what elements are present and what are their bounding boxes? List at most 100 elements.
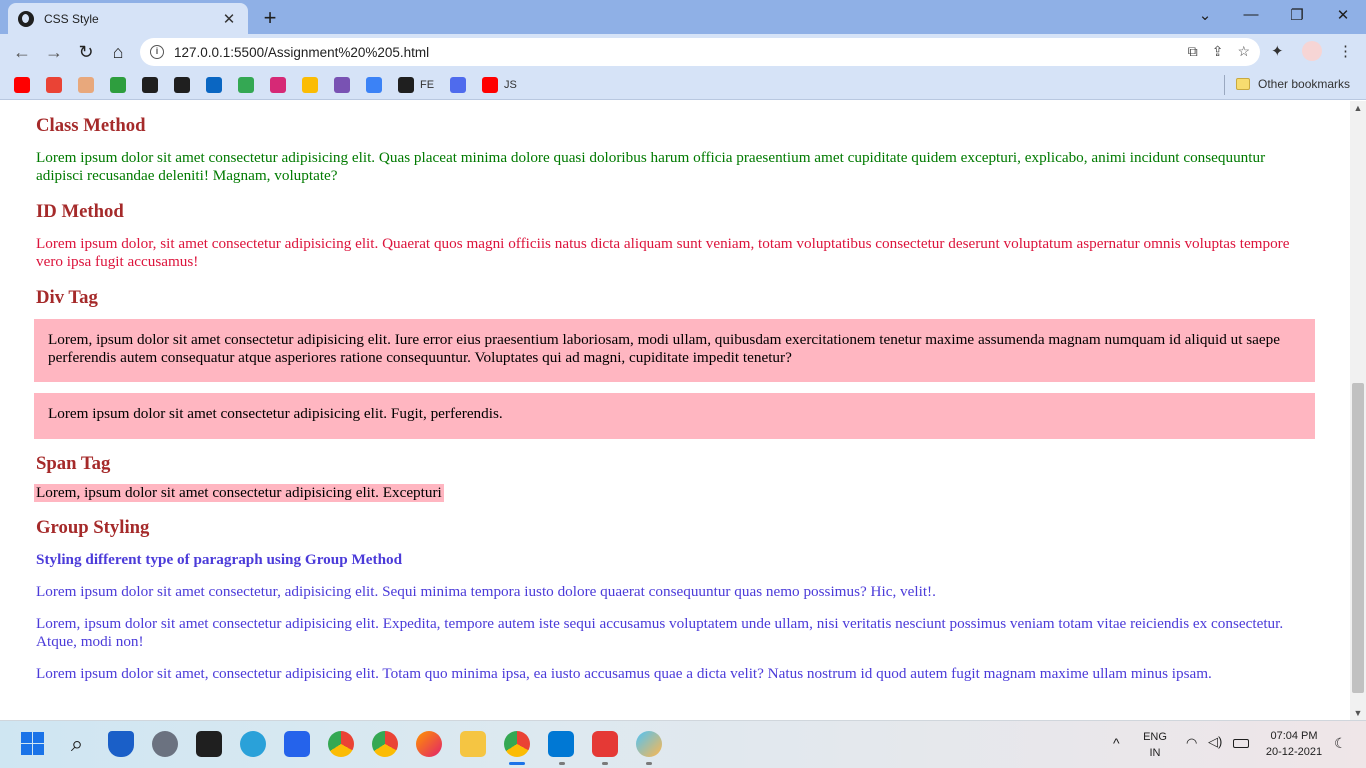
vscode-icon[interactable] — [548, 731, 574, 757]
bookmark-keep[interactable] — [302, 77, 318, 93]
bookmark-youtube-js[interactable]: JS — [482, 77, 517, 93]
chrome-profile-icon[interactable] — [372, 731, 398, 757]
wifi-icon[interactable]: ◠ — [1186, 735, 1197, 751]
other-bookmarks-label: Other bookmarks — [1258, 77, 1351, 91]
menu-icon[interactable]: ⋮ — [1338, 42, 1353, 60]
drive-icon — [238, 77, 254, 93]
bookmark-instagram[interactable] — [270, 77, 286, 93]
restore-button[interactable]: ❐ — [1282, 6, 1312, 24]
bookmark-c[interactable] — [450, 77, 466, 93]
bookmark-bootstrap[interactable] — [334, 77, 350, 93]
chrome-icon[interactable] — [328, 731, 354, 757]
running-indicator — [559, 762, 565, 765]
globe-icon — [18, 10, 34, 27]
share-icon[interactable]: ⇪ — [1212, 43, 1224, 60]
github-icon — [174, 77, 190, 93]
bookmark-github-fe[interactable]: FE — [398, 77, 434, 93]
id-method-paragraph: Lorem ipsum dolor, sit amet consectetur … — [36, 235, 1290, 270]
bookmark-two[interactable] — [366, 77, 382, 93]
minimize-button[interactable]: — — [1236, 6, 1266, 23]
tray-chevron-up-icon[interactable]: ^ — [1113, 735, 1120, 751]
reload-button[interactable]: ↻ — [74, 40, 98, 64]
bookmark-gmail[interactable] — [46, 77, 62, 93]
notepad-icon[interactable] — [284, 731, 310, 757]
other-bookmarks[interactable]: Other bookmarks — [1236, 77, 1350, 91]
globe-icon — [142, 77, 158, 93]
active-app-indicator — [509, 762, 525, 765]
bookmark-profile[interactable] — [78, 77, 94, 93]
language-indicator[interactable]: ENG — [1140, 731, 1170, 743]
translate-icon[interactable]: ⧉ — [1188, 43, 1198, 60]
tab-close-icon[interactable]: ✕ — [220, 10, 238, 28]
class-method-heading: Class Method — [36, 115, 146, 136]
chrome-active-icon[interactable] — [504, 731, 530, 757]
page-content: Class Method Lorem ipsum dolor sit amet … — [0, 101, 1350, 720]
running-indicator — [646, 762, 652, 765]
youtube-icon — [14, 77, 30, 93]
browser-title-bar: CSS Style ✕ + ⌄ — ❐ ✕ — [0, 0, 1366, 34]
windows-taskbar: ⌕ ^ ENG IN ◠ ◁) 07:04 PM 20-12-2021 ☾ — [0, 720, 1366, 768]
settings-gear-icon[interactable] — [152, 731, 178, 757]
scroll-up-arrow-icon[interactable]: ▲ — [1350, 103, 1366, 113]
bookmark-star-icon[interactable]: ☆ — [1237, 43, 1250, 60]
tab-title: CSS Style — [44, 11, 99, 26]
div-box-2: Lorem ipsum dolor sit amet consectetur a… — [34, 393, 1315, 439]
new-tab-button[interactable]: + — [258, 5, 282, 31]
scroll-thumb[interactable] — [1352, 383, 1364, 693]
span-text: Lorem, ipsum dolor sit amet consectetur … — [34, 484, 444, 502]
clock-date[interactable]: 20-12-2021 — [1262, 746, 1326, 758]
defender-icon[interactable] — [108, 731, 134, 757]
group-paragraph-1: Lorem ipsum dolor sit amet consectetur, … — [36, 583, 936, 600]
paint-icon[interactable] — [636, 731, 662, 757]
scroll-down-arrow-icon[interactable]: ▼ — [1350, 708, 1366, 718]
group-styling-heading: Group Styling — [36, 517, 150, 538]
bookmark-linkedin[interactable] — [206, 77, 222, 93]
extensions-icon[interactable]: ✦ — [1271, 42, 1284, 60]
back-button[interactable]: ← — [10, 40, 34, 64]
home-button[interactable]: ⌂ — [106, 40, 130, 64]
bookmarks-bar: FE JS Other bookmarks — [0, 70, 1366, 100]
firefox-icon[interactable] — [416, 731, 442, 757]
class-method-paragraph: Lorem ipsum dolor sit amet consectetur a… — [36, 149, 1266, 184]
close-window-button[interactable]: ✕ — [1328, 6, 1358, 24]
profile-avatar[interactable] — [1302, 41, 1322, 61]
battery-icon[interactable] — [1233, 739, 1249, 748]
terminal-icon[interactable] — [196, 731, 222, 757]
bookmark-label: JS — [504, 79, 517, 91]
div-tag-heading: Div Tag — [36, 287, 98, 308]
search-icon[interactable]: ⌕ — [64, 731, 90, 757]
site-info-icon[interactable]: i — [150, 45, 164, 59]
group-styling-subheading: Styling different type of paragraph usin… — [36, 551, 403, 568]
two-icon — [366, 77, 382, 93]
page-scrollbar[interactable]: ▲ ▼ — [1350, 101, 1366, 720]
folder-icon — [1236, 78, 1250, 90]
browser-tab[interactable]: CSS Style ✕ — [8, 3, 248, 34]
clock-time[interactable]: 07:04 PM — [1262, 730, 1326, 742]
bookmarks-separator — [1224, 75, 1225, 95]
telegram-icon[interactable] — [240, 731, 266, 757]
file-explorer-icon[interactable] — [460, 731, 486, 757]
browser-toolbar: ← → ↻ ⌂ i 127.0.0.1:5500/Assignment%20%2… — [0, 34, 1366, 70]
region-indicator[interactable]: IN — [1140, 747, 1170, 759]
running-indicator — [602, 762, 608, 765]
bookmark-label: FE — [420, 79, 435, 91]
bookmark-drive[interactable] — [238, 77, 254, 93]
bookmark-w[interactable] — [110, 77, 126, 93]
url-text[interactable]: 127.0.0.1:5500/Assignment%20%205.html — [174, 45, 429, 60]
forward-button[interactable]: → — [42, 40, 66, 64]
group-paragraph-3: Lorem ipsum dolor sit amet, consectetur … — [36, 665, 1212, 682]
bookmark-github[interactable] — [174, 77, 190, 93]
tab-search-icon[interactable]: ⌄ — [1190, 6, 1220, 24]
bookmark-globe[interactable] — [142, 77, 158, 93]
address-bar[interactable]: i 127.0.0.1:5500/Assignment%20%205.html … — [140, 38, 1260, 66]
bootstrap-icon — [334, 77, 350, 93]
snipping-tool-icon[interactable] — [592, 731, 618, 757]
gmail-icon — [46, 77, 62, 93]
start-icon[interactable] — [20, 731, 46, 757]
volume-icon[interactable]: ◁) — [1208, 734, 1222, 750]
bookmark-youtube[interactable] — [14, 77, 30, 93]
id-method-heading: ID Method — [36, 201, 124, 222]
group-paragraph-2: Lorem, ipsum dolor sit amet consectetur … — [36, 615, 1284, 650]
profile-icon — [78, 77, 94, 93]
notifications-moon-icon[interactable]: ☾ — [1334, 735, 1347, 752]
